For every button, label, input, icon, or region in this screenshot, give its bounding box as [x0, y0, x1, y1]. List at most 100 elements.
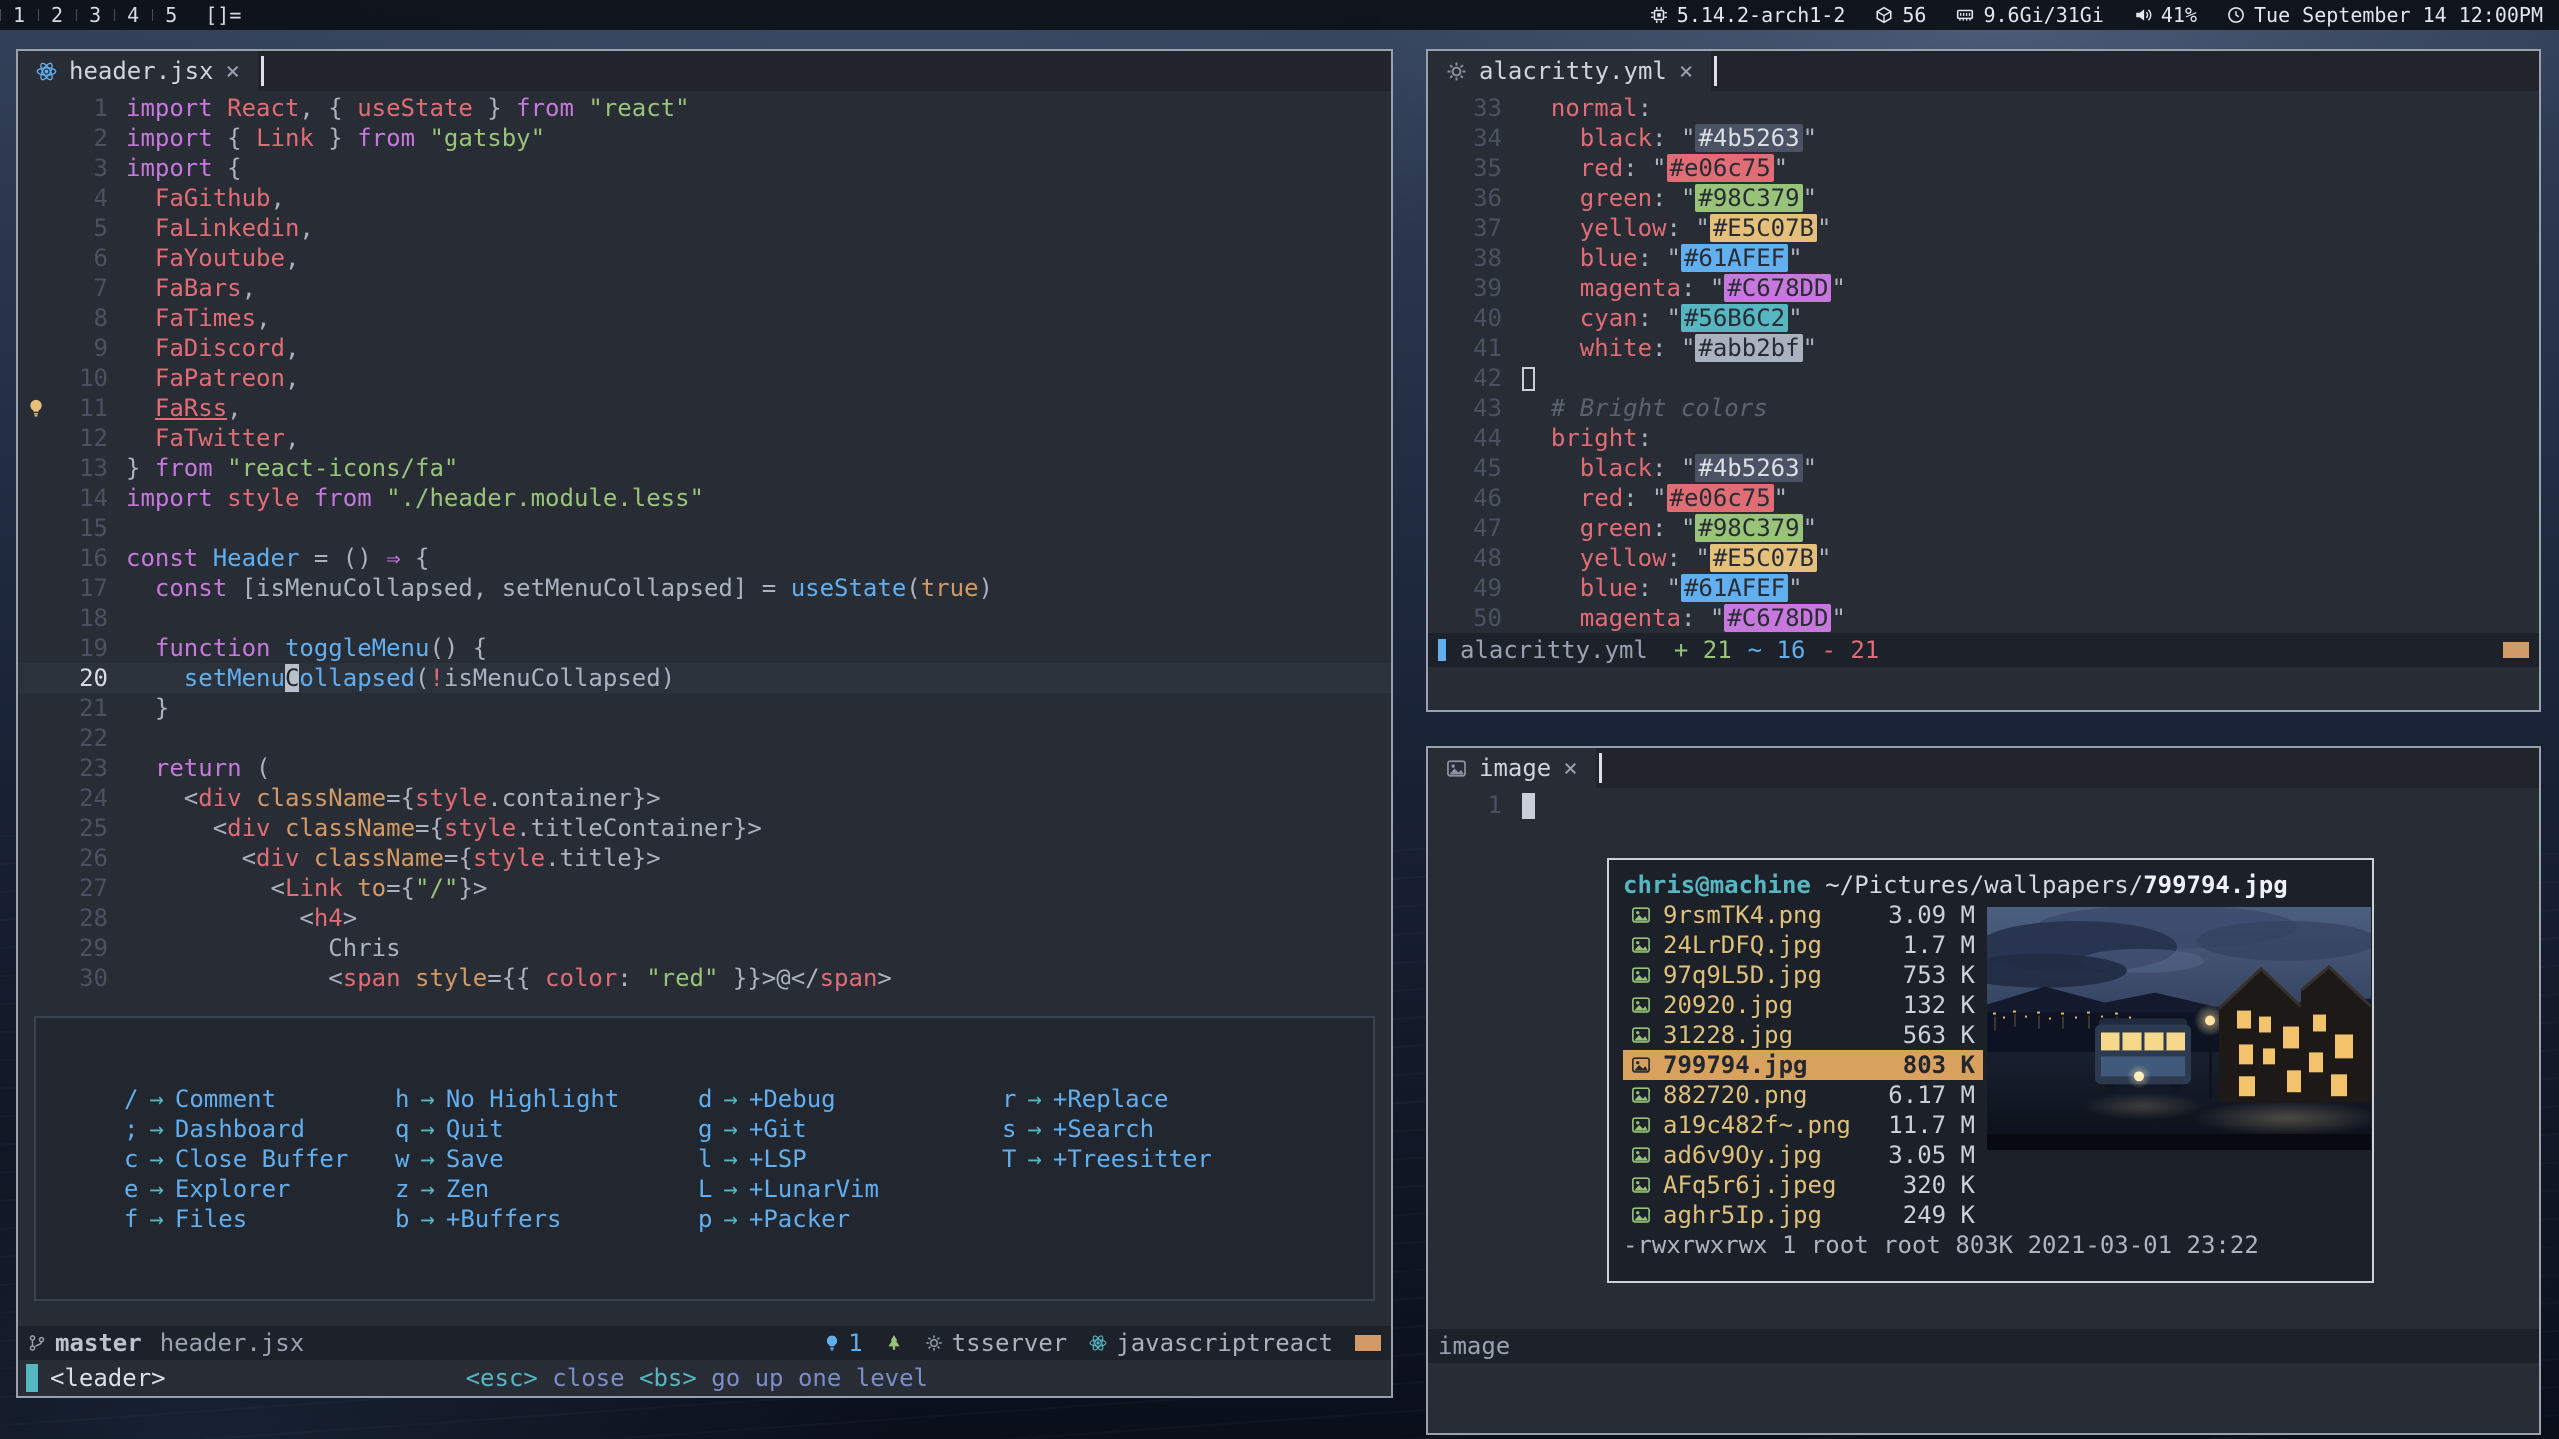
- git-branch: master: [28, 1329, 142, 1357]
- code-line-37[interactable]: 37 yellow: "#E5C07B": [1428, 213, 2539, 243]
- code-line-43[interactable]: 43 # Bright colors: [1428, 393, 2539, 423]
- whichkey-binding-s[interactable]: s→+Search: [1002, 1114, 1212, 1144]
- file-row-97q9L5D.jpg[interactable]: 97q9L5D.jpg753 K: [1623, 960, 1983, 990]
- whichkey-binding-d[interactable]: d→+Debug: [698, 1084, 1002, 1114]
- code-line-3[interactable]: 3import {: [18, 153, 1391, 183]
- line-number: 7: [54, 273, 108, 303]
- workspace-button-4[interactable]: 4: [114, 0, 152, 30]
- code-line-17[interactable]: 17 const [isMenuCollapsed, setMenuCollap…: [18, 573, 1391, 603]
- code-line-49[interactable]: 49 blue: "#61AFEF": [1428, 573, 2539, 603]
- whichkey-binding-p[interactable]: p→+Packer: [698, 1204, 1002, 1234]
- code-line-21[interactable]: 21 }: [18, 693, 1391, 723]
- git-branch-icon: [28, 1334, 46, 1352]
- close-icon[interactable]: ×: [1679, 57, 1693, 85]
- code-line-27[interactable]: 27 <Link to={"/"}>: [18, 873, 1391, 903]
- file-size: 3.09 M: [1865, 900, 1975, 930]
- cmdline-cursor: [26, 1364, 38, 1392]
- whichkey-binding-g[interactable]: g→+Git: [698, 1114, 1002, 1144]
- file-row-AFq5r6j.jpeg[interactable]: AFq5r6j.jpeg320 K: [1623, 1170, 1983, 1200]
- code-line-6[interactable]: 6 FaYoutube,: [18, 243, 1391, 273]
- color-swatch: #abb2bf: [1695, 334, 1802, 362]
- whichkey-binding-f[interactable]: f→Files: [124, 1204, 395, 1234]
- whichkey-binding-;[interactable]: ;→Dashboard: [124, 1114, 395, 1144]
- tab-header-jsx[interactable]: header.jsx ×: [18, 51, 258, 91]
- code-line-1[interactable]: 1import React, { useState } from "react": [18, 93, 1391, 123]
- whichkey-binding-r[interactable]: r→+Replace: [1002, 1084, 1212, 1114]
- file-row-aghr5Ip.jpg[interactable]: aghr5Ip.jpg249 K: [1623, 1200, 1983, 1230]
- code-line-22[interactable]: 22: [18, 723, 1391, 753]
- close-icon[interactable]: ×: [1563, 754, 1577, 782]
- code-line-36[interactable]: 36 green: "#98C379": [1428, 183, 2539, 213]
- code-line-20[interactable]: 20 setMenuCollapsed(!isMenuCollapsed): [18, 663, 1391, 693]
- code-line-50[interactable]: 50 magenta: "#C678DD": [1428, 603, 2539, 633]
- code-line-44[interactable]: 44 bright:: [1428, 423, 2539, 453]
- whichkey-binding-z[interactable]: z→Zen: [395, 1174, 698, 1204]
- whichkey-binding-w[interactable]: w→Save: [395, 1144, 698, 1174]
- code-line-33[interactable]: 33 normal:: [1428, 93, 2539, 123]
- code-line-38[interactable]: 38 blue: "#61AFEF": [1428, 243, 2539, 273]
- workspace-button-5[interactable]: 5: [152, 0, 190, 30]
- directory-path: ~/Pictures/wallpapers/: [1825, 870, 2143, 900]
- code-line-16[interactable]: 16const Header = () ⇒ {: [18, 543, 1391, 573]
- code-line-41[interactable]: 41 white: "#abb2bf": [1428, 333, 2539, 363]
- status-module-memory: 9.6Gi/31Gi: [1956, 0, 2103, 30]
- code-line-26[interactable]: 26 <div className={style.title}>: [18, 843, 1391, 873]
- close-icon[interactable]: ×: [226, 57, 240, 85]
- code-line-9[interactable]: 9 FaDiscord,: [18, 333, 1391, 363]
- whichkey-binding-b[interactable]: b→+Buffers: [395, 1204, 698, 1234]
- code-line-2[interactable]: 2import { Link } from "gatsby": [18, 123, 1391, 153]
- tab-image[interactable]: image ×: [1428, 748, 1596, 788]
- code-line-4[interactable]: 4 FaGithub,: [18, 183, 1391, 213]
- code-line-30[interactable]: 30 <span style={{ color: "red" }}>@</spa…: [18, 963, 1391, 993]
- code-line-35[interactable]: 35 red: "#e06c75": [1428, 153, 2539, 183]
- file-row-ad6v9Oy.jpg[interactable]: ad6v9Oy.jpg3.05 M: [1623, 1140, 1983, 1170]
- code-line-13[interactable]: 13} from "react-icons/fa": [18, 453, 1391, 483]
- code-line-5[interactable]: 5 FaLinkedin,: [18, 213, 1391, 243]
- file-row-31228.jpg[interactable]: 31228.jpg563 K: [1623, 1020, 1983, 1050]
- file-row-882720.png[interactable]: 882720.png6.17 M: [1623, 1080, 1983, 1110]
- tabline-cursor: [261, 56, 264, 86]
- workspace-button-3[interactable]: 3: [76, 0, 114, 30]
- code-line-39[interactable]: 39 magenta: "#C678DD": [1428, 273, 2539, 303]
- code-line-23[interactable]: 23 return (: [18, 753, 1391, 783]
- code-line-18[interactable]: 18: [18, 603, 1391, 633]
- whichkey-binding-c[interactable]: c→Close Buffer: [124, 1144, 395, 1174]
- code-line-24[interactable]: 24 <div className={style.container}>: [18, 783, 1391, 813]
- code-line-28[interactable]: 28 <h4>: [18, 903, 1391, 933]
- code-line-1[interactable]: 1: [1428, 790, 2539, 820]
- code-line-11[interactable]: 11 FaRss,: [18, 393, 1391, 423]
- file-row-a19c482f~.png[interactable]: a19c482f~.png11.7 M: [1623, 1110, 1983, 1140]
- code-line-42[interactable]: 42: [1428, 363, 2539, 393]
- file-row-799794.jpg[interactable]: 799794.jpg803 K: [1623, 1050, 1983, 1080]
- code-line-14[interactable]: 14import style from "./header.module.les…: [18, 483, 1391, 513]
- whichkey-binding-q[interactable]: q→Quit: [395, 1114, 698, 1144]
- code-line-40[interactable]: 40 cyan: "#56B6C2": [1428, 303, 2539, 333]
- tab-alacritty-yml[interactable]: alacritty.yml ×: [1428, 51, 1711, 91]
- whichkey-binding-/[interactable]: /→Comment: [124, 1084, 395, 1114]
- code-line-34[interactable]: 34 black: "#4b5263": [1428, 123, 2539, 153]
- whichkey-binding-e[interactable]: e→Explorer: [124, 1174, 395, 1204]
- code-line-7[interactable]: 7 FaBars,: [18, 273, 1391, 303]
- code-line-45[interactable]: 45 black: "#4b5263": [1428, 453, 2539, 483]
- workspace-button-2[interactable]: 2: [38, 0, 76, 30]
- arrow-right-icon: →: [138, 1204, 174, 1234]
- whichkey-binding-l[interactable]: l→+LSP: [698, 1144, 1002, 1174]
- code-line-19[interactable]: 19 function toggleMenu() {: [18, 633, 1391, 663]
- file-row-9rsmTK4.png[interactable]: 9rsmTK4.png3.09 M: [1623, 900, 1983, 930]
- whichkey-binding-h[interactable]: h→No Highlight: [395, 1084, 698, 1114]
- code-line-46[interactable]: 46 red: "#e06c75": [1428, 483, 2539, 513]
- code-line-8[interactable]: 8 FaTimes,: [18, 303, 1391, 333]
- code-line-29[interactable]: 29 Chris: [18, 933, 1391, 963]
- code-line-47[interactable]: 47 green: "#98C379": [1428, 513, 2539, 543]
- code-line-10[interactable]: 10 FaPatreon,: [18, 363, 1391, 393]
- line-number: 35: [1450, 153, 1502, 183]
- file-row-20920.jpg[interactable]: 20920.jpg132 K: [1623, 990, 1983, 1020]
- code-line-25[interactable]: 25 <div className={style.titleContainer}…: [18, 813, 1391, 843]
- code-line-12[interactable]: 12 FaTwitter,: [18, 423, 1391, 453]
- whichkey-binding-L[interactable]: L→+LunarVim: [698, 1174, 1002, 1204]
- whichkey-binding-T[interactable]: T→+Treesitter: [1002, 1144, 1212, 1174]
- workspace-button-1[interactable]: 1: [0, 0, 38, 30]
- code-line-15[interactable]: 15: [18, 513, 1391, 543]
- code-line-48[interactable]: 48 yellow: "#E5C07B": [1428, 543, 2539, 573]
- file-row-24LrDFQ.jpg[interactable]: 24LrDFQ.jpg1.7 M: [1623, 930, 1983, 960]
